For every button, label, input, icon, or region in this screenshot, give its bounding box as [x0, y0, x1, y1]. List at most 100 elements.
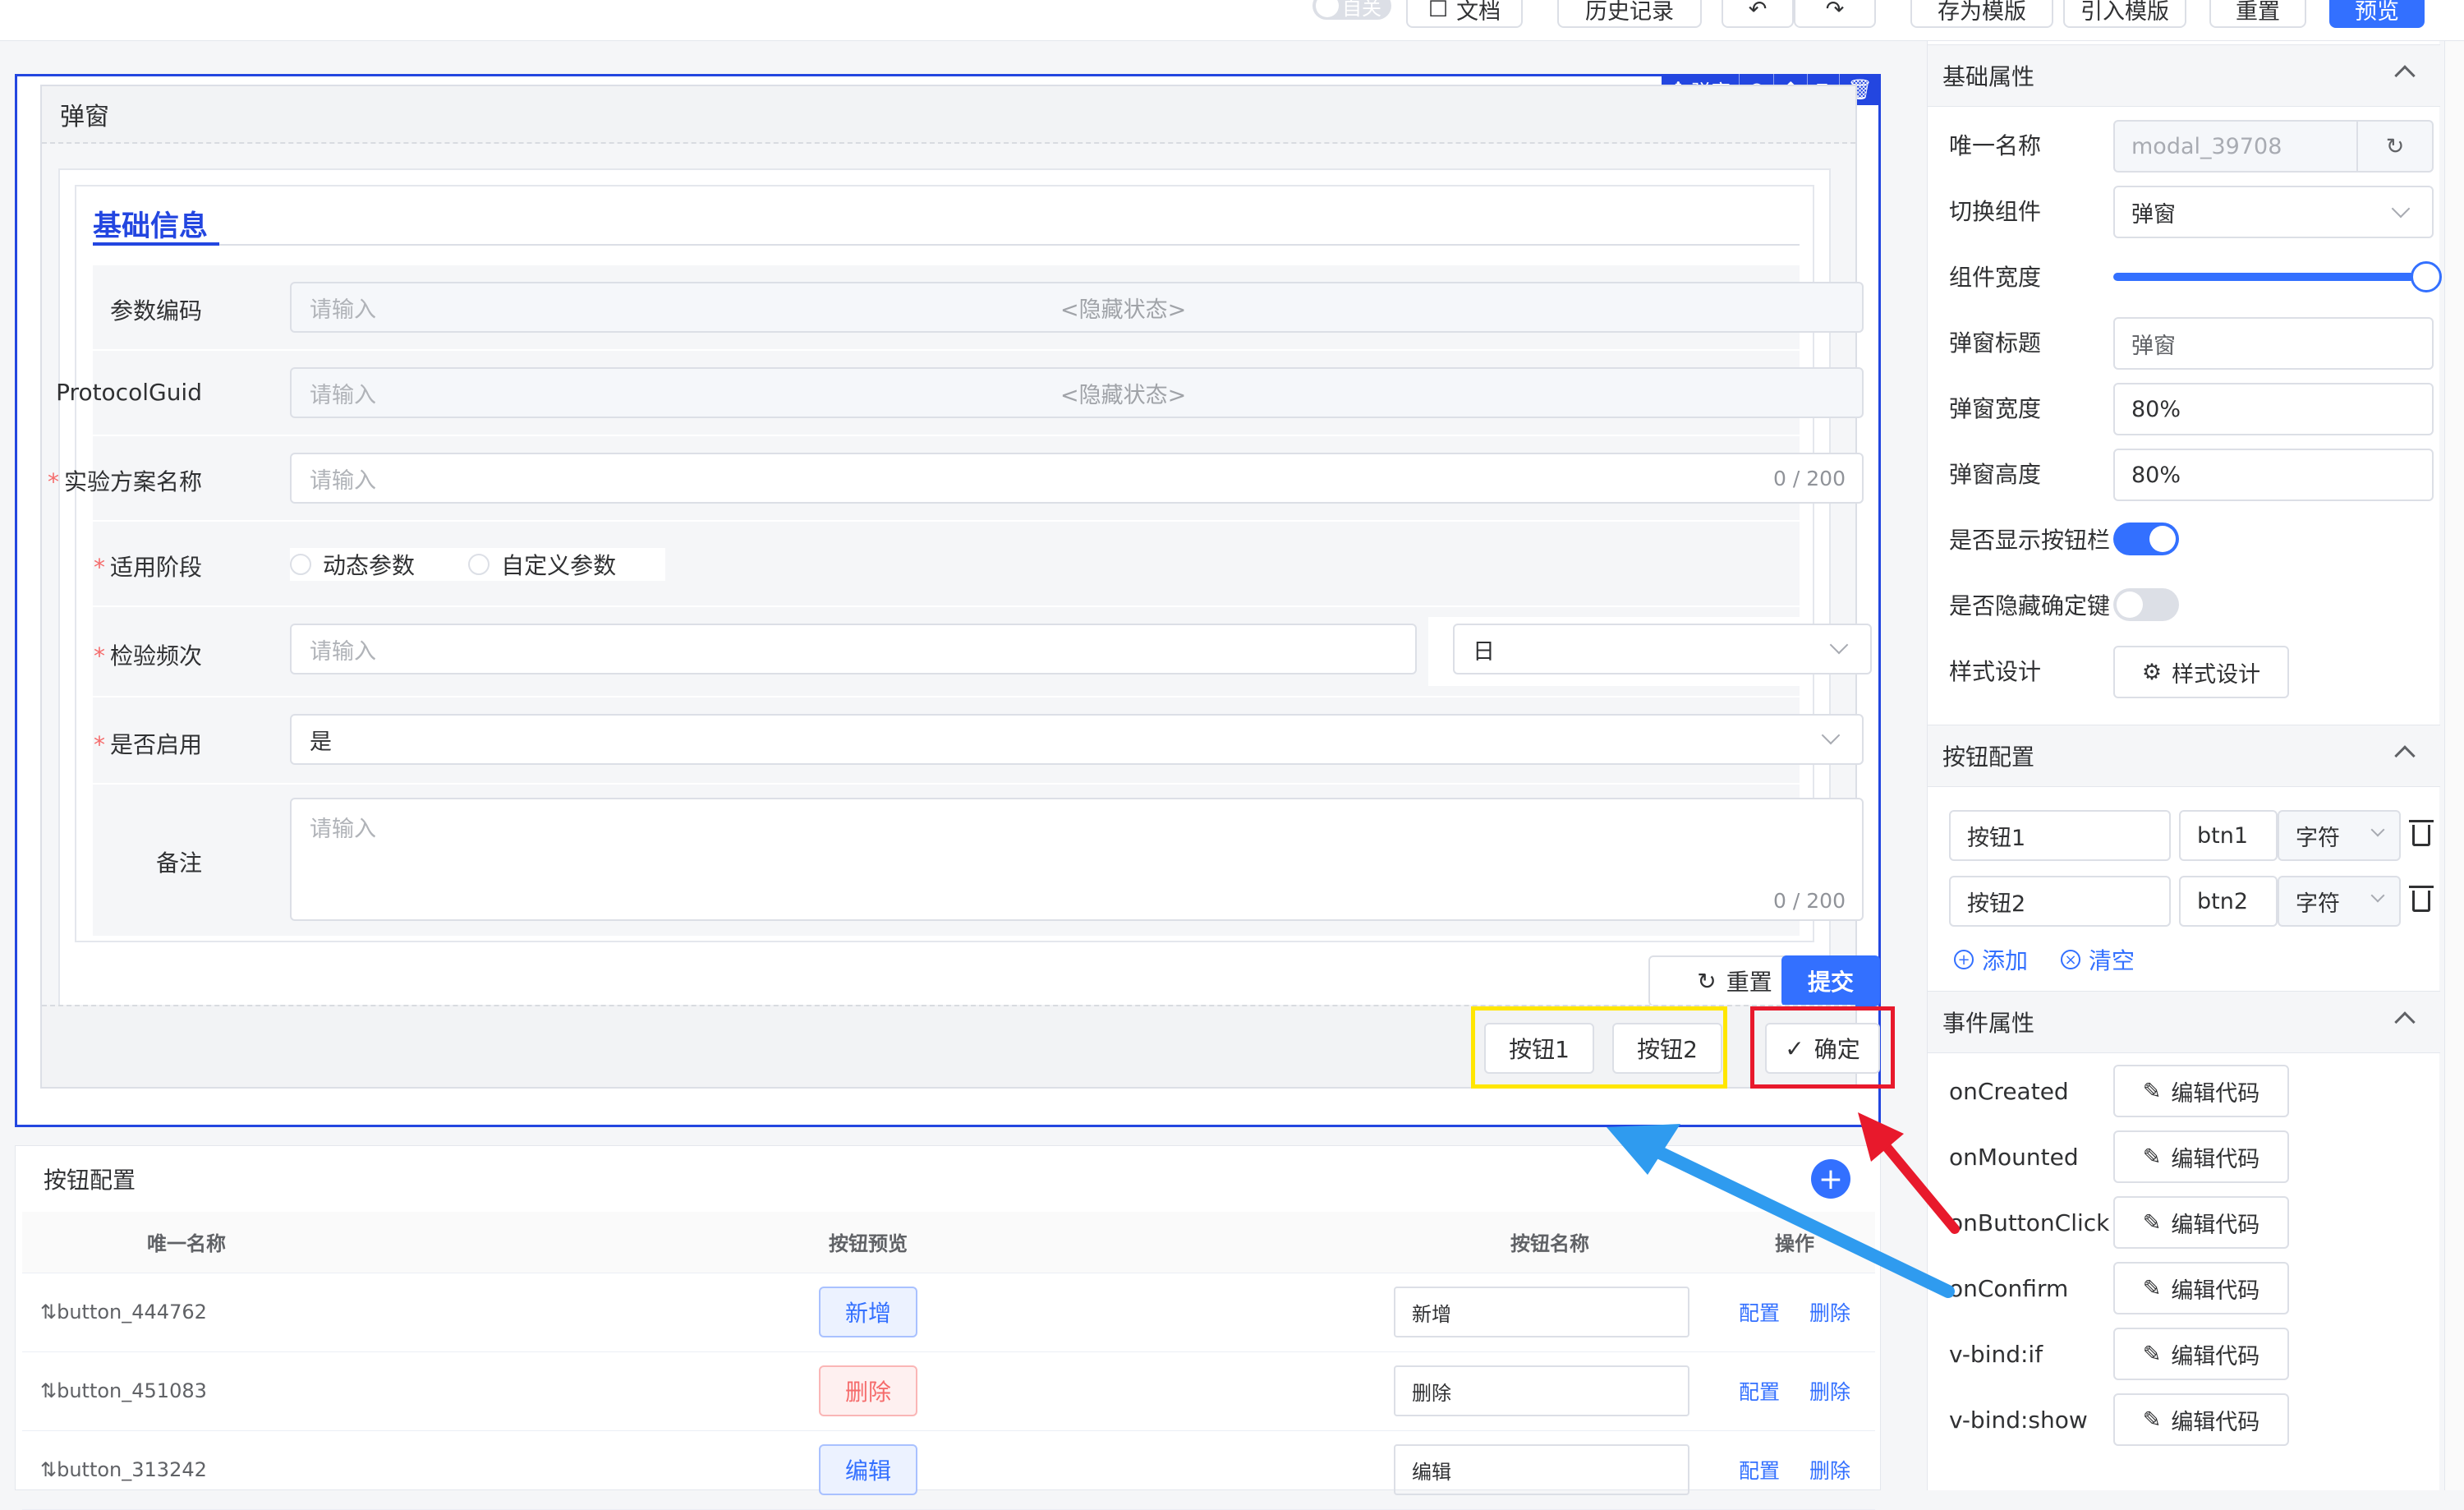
button-preview[interactable]: 删除 [819, 1365, 917, 1416]
frequency-unit-select[interactable]: 日 [1453, 624, 1872, 674]
event-name: onMounted [1949, 1144, 2079, 1171]
event-props-header[interactable]: 事件属性 [1928, 991, 2440, 1053]
chevron-up-icon [2394, 65, 2416, 86]
column-header: 按钮名称 [1386, 1212, 1714, 1273]
switch-comp-label: 切换组件 [1949, 198, 2042, 225]
frequency-input[interactable]: 请输入 [290, 624, 1417, 674]
history-button[interactable]: 历史记录 [1557, 0, 1702, 28]
hide-confirm-switch[interactable] [2113, 588, 2179, 621]
field-label-text: 实验方案名称 [63, 468, 202, 495]
panel-scrollbar[interactable] [2444, 41, 2464, 1490]
field-label-text: 适用阶段 [109, 554, 202, 581]
clear-button-link[interactable]: × 清空 [2061, 943, 2135, 976]
input-value: 按钮2 [1967, 891, 2026, 917]
button-label: 重置 [1726, 969, 1772, 996]
protocol-guid-input[interactable]: 请输入 <隐藏状态> [290, 367, 1864, 418]
edit-icon: ✎ [2142, 1144, 2162, 1170]
width-slider-handle[interactable] [2411, 261, 2442, 292]
style-design-button[interactable]: ⚙ 样式设计 [2113, 646, 2289, 698]
button-label: 按钮1 [1509, 1036, 1570, 1063]
section-divider [93, 242, 1800, 246]
preview-button[interactable]: 预览 [2329, 0, 2425, 28]
modal-footer: 按钮1 按钮2 ✓ 确定 [42, 1005, 1895, 1089]
sort-icon[interactable]: ⇅ [40, 1458, 57, 1481]
placeholder: 请输入 [310, 467, 376, 494]
delete-link[interactable]: 删除 [1809, 1459, 1850, 1483]
btn1-type-select[interactable]: 字符 [2278, 810, 2401, 861]
radio-custom-param[interactable]: 自定义参数 [468, 548, 616, 581]
radio-dynamic-param[interactable]: 动态参数 [290, 548, 415, 581]
radio-label: 动态参数 [323, 552, 416, 579]
mode-toggle[interactable]: 自关 [1312, 0, 1391, 20]
config-link[interactable]: 配置 [1739, 1380, 1780, 1404]
sort-icon[interactable]: ⇅ [40, 1379, 57, 1402]
footer-confirm-button[interactable]: ✓ 确定 [1765, 1023, 1880, 1074]
btn2-type-select[interactable]: 字符 [2278, 876, 2401, 927]
config-link[interactable]: 配置 [1739, 1459, 1780, 1483]
modal-width-input[interactable]: 80% [2113, 383, 2434, 435]
column-header: 唯一名称 [22, 1212, 351, 1273]
doc-button[interactable]: ☐ 文档 [1406, 0, 1523, 28]
form-submit-button[interactable]: 提交 [1781, 955, 1880, 1006]
form-wrapper: 基础信息 参数编码 请输入 <隐藏状态> ProtocolGuid 请输入 <隐… [48, 168, 1880, 1023]
button-preview[interactable]: 新增 [819, 1287, 917, 1337]
button-name-input[interactable]: 新增 [1394, 1287, 1689, 1337]
width-slider-track[interactable] [2113, 273, 2429, 281]
btn1-key-input[interactable]: btn1 [2179, 810, 2278, 861]
remark-textarea[interactable]: 请输入 0 / 200 [290, 798, 1864, 921]
button-label: 编辑代码 [2171, 1080, 2260, 1107]
button-name-input[interactable]: 删除 [1394, 1365, 1689, 1416]
trash-icon[interactable] [2409, 886, 2434, 912]
param-code-input[interactable]: 请输入 <隐藏状态> [290, 282, 1864, 333]
edit-code-button[interactable]: ✎ 编辑代码 [2113, 1065, 2289, 1117]
delete-link[interactable]: 删除 [1809, 1380, 1850, 1404]
select-value: 字符 [2296, 825, 2340, 851]
button-preview[interactable]: 编辑 [819, 1444, 917, 1495]
edit-code-button[interactable]: ✎ 编辑代码 [2113, 1393, 2289, 1446]
enabled-select[interactable]: 是 [290, 714, 1864, 765]
modal-title-input[interactable]: 弹窗 [2113, 317, 2434, 370]
field-label: * 实验方案名称 [48, 464, 202, 497]
redo-icon: ↷ [1825, 0, 1845, 22]
edit-code-button[interactable]: ✎ 编辑代码 [2113, 1196, 2289, 1249]
edit-code-button[interactable]: ✎ 编辑代码 [2113, 1262, 2289, 1314]
btn2-key-input[interactable]: btn2 [2179, 876, 2278, 927]
btn1-label-input[interactable]: 按钮1 [1949, 810, 2171, 861]
char-count: 0 / 200 [1773, 889, 1846, 913]
basic-props-header[interactable]: 基础属性 [1928, 44, 2440, 107]
undo-button[interactable]: ↶ [1722, 0, 1794, 28]
button-name-input[interactable]: 编辑 [1394, 1444, 1689, 1495]
button-config-header[interactable]: 按钮配置 [1928, 725, 2440, 787]
edit-code-button[interactable]: ✎ 编辑代码 [2113, 1328, 2289, 1380]
refresh-icon[interactable]: ↻ [2356, 122, 2432, 171]
stage-radio-group: 动态参数 自定义参数 [290, 548, 666, 581]
button-label: 按钮2 [1637, 1036, 1698, 1063]
chevron-down-icon [2370, 822, 2385, 837]
add-button-icon[interactable]: + [1811, 1159, 1850, 1199]
save-template-button[interactable]: 存为模版 [1910, 0, 2053, 28]
switch-comp-select[interactable]: 弹窗 [2113, 186, 2434, 238]
section-title: 基础信息 [93, 210, 209, 243]
unique-name-input[interactable]: modal_39708 ↻ [2113, 120, 2434, 173]
delete-link[interactable]: 删除 [1809, 1301, 1850, 1325]
field-label: * 适用阶段 [94, 550, 202, 582]
plan-name-input[interactable]: 请输入 0 / 200 [290, 453, 1864, 504]
show-btn-bar-switch[interactable] [2113, 523, 2179, 555]
selected-modal-component[interactable]: ✥弹窗 ◉ ↑ ⧉ 🗑 弹窗 基础信息 参数编码 请输入 <隐藏状态> [15, 74, 1895, 1127]
btn2-label-input[interactable]: 按钮2 [1949, 876, 2171, 927]
footer-btn2[interactable]: 按钮2 [1612, 1023, 1722, 1074]
add-button-link[interactable]: + 添加 [1954, 943, 2028, 976]
sort-icon[interactable]: ⇅ [40, 1301, 57, 1324]
chevron-up-icon [2394, 745, 2416, 767]
footer-btn1[interactable]: 按钮1 [1484, 1023, 1594, 1074]
config-link[interactable]: 配置 [1739, 1301, 1780, 1325]
modal-height-input[interactable]: 80% [2113, 449, 2434, 501]
trash-icon[interactable] [2409, 820, 2434, 846]
edit-code-button[interactable]: ✎ 编辑代码 [2113, 1130, 2289, 1183]
import-template-button[interactable]: 引入模版 [2063, 0, 2186, 28]
reset-button[interactable]: 重置 [2209, 0, 2306, 28]
edit-icon: ✎ [2142, 1078, 2162, 1104]
placeholder: 请输入 [310, 638, 376, 665]
redo-button[interactable]: ↷ [1794, 0, 1876, 28]
table-header-row: 唯一名称 按钮预览 按钮名称 操作 [22, 1212, 1875, 1273]
